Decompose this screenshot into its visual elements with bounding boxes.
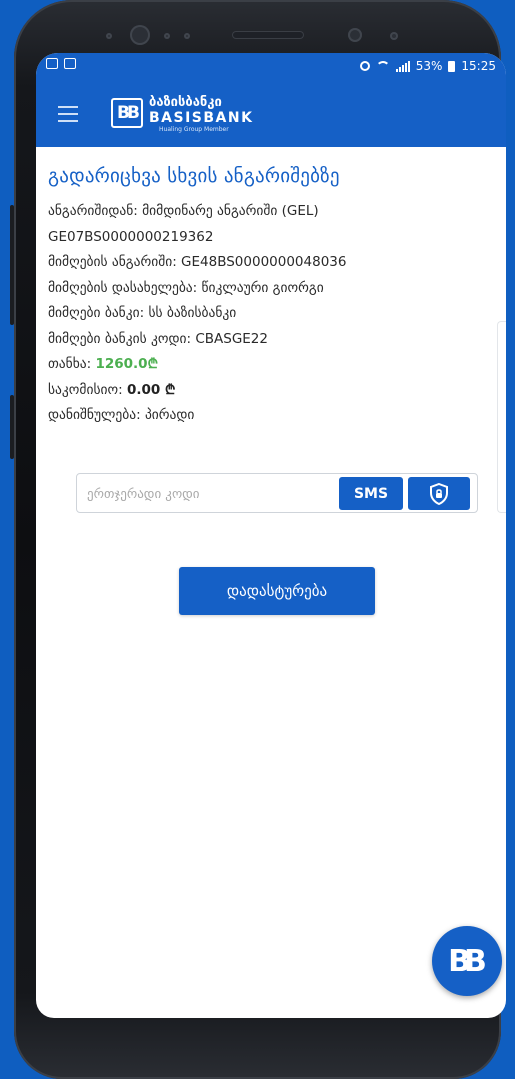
hamburger-icon[interactable] — [58, 106, 78, 122]
brand-subtitle: Hualing Group Member — [159, 126, 229, 133]
wifi-icon — [375, 61, 390, 71]
detail-row-recipient-account: მიმღების ანგარიში: GE48BS0000000048036 — [48, 250, 496, 276]
power-button — [10, 205, 14, 325]
sensor-dot — [184, 33, 190, 39]
fee-value: 0.00 ₾ — [126, 381, 176, 398]
brand-name-georgian: ბაზისბანკი — [149, 95, 222, 110]
top-bezel — [14, 0, 501, 55]
transfer-details: გადარიცხვა სხვის ანგარიშებზე ანგარიშიდან… — [36, 165, 506, 429]
message-notification-icon — [64, 58, 76, 69]
otp-field-group: SMS — [76, 473, 478, 513]
detail-row-recipient-bank: მიმღები ბანკი: სს ბაზისბანკი — [48, 301, 496, 327]
sensor-dot — [390, 32, 398, 40]
signal-icon — [395, 60, 410, 72]
detail-label: მიმღების დასახელება: — [48, 279, 198, 296]
app-screen: 53% 15:25 BB ბაზისბანკი BASISBANK Hualin… — [36, 53, 506, 1018]
status-bar: 53% 15:25 — [36, 53, 506, 81]
detail-row-bank-code: მიმღები ბანკის კოდი: CBASGE22 — [48, 327, 496, 353]
sms-button[interactable]: SMS — [339, 477, 403, 510]
detail-label: მიმღები ბანკის კოდი: — [48, 330, 192, 347]
battery-icon — [448, 60, 456, 72]
gallery-notification-icon — [46, 58, 58, 69]
detail-label: მიმღები ბანკი: — [48, 305, 145, 321]
detail-row-amount: თანხა: 1260.0₾ — [48, 352, 496, 378]
purpose-label: დანიშნულება: — [48, 407, 141, 423]
detail-value: მიმდინარე ანგარიში (GEL) — [142, 203, 319, 219]
app-header: BB ბაზისბანკი BASISBANK Hualing Group Me… — [36, 81, 506, 147]
detail-row-fee: საკომისიო: 0.00 ₾ — [48, 378, 496, 404]
bank-logo-icon: BB — [448, 943, 487, 979]
detail-value: CBASGE22 — [195, 330, 268, 347]
sensor-dot — [106, 33, 112, 39]
iris-sensor — [348, 28, 362, 42]
alarm-icon — [359, 61, 370, 71]
page-title: გადარიცხვა სხვის ანგარიშებზე — [48, 165, 340, 187]
front-camera — [130, 25, 150, 45]
detail-row-purpose: დანიშნულება: პირადი — [48, 403, 496, 429]
otp-input[interactable] — [85, 480, 339, 508]
detail-value: წიკლაური გიორგი — [201, 279, 324, 296]
brand-wordmark: ბაზისბანკი BASISBANK Hualing Group Membe… — [149, 96, 253, 134]
shield-lock-icon — [430, 482, 448, 505]
brand-name-english: BASISBANK — [149, 110, 254, 126]
detail-row-source-iban: GE07BS0000000219362 — [48, 225, 496, 251]
detail-label: ანგარიშიდან: — [48, 203, 138, 219]
clock: 15:25 — [461, 59, 496, 73]
detail-row-source-account: ანგარიშიდან: მიმდინარე ანგარიში (GEL) — [48, 199, 496, 225]
edge-panel-handle[interactable] — [497, 321, 506, 513]
chat-fab[interactable]: BB — [432, 926, 502, 996]
volume-button — [10, 395, 14, 459]
detail-label: მიმღების ანგარიში: — [48, 254, 177, 270]
detail-value: GE48BS0000000048036 — [181, 254, 347, 270]
detail-row-recipient-name: მიმღების დასახელება: წიკლაური გიორგი — [48, 276, 496, 302]
detail-value: GE07BS0000000219362 — [48, 228, 214, 245]
earpiece-speaker — [232, 31, 304, 39]
bank-logo: BB — [111, 98, 143, 128]
purpose-value: პირადი — [144, 407, 195, 423]
logo-letters: BB — [117, 103, 140, 123]
authenticator-button[interactable] — [408, 477, 470, 510]
phone-frame: 53% 15:25 BB ბაზისბანკი BASISBANK Hualin… — [10, 0, 506, 1079]
detail-value: სს ბაზისბანკი — [148, 305, 237, 321]
amount-value: 1260.0₾ — [95, 356, 158, 372]
fee-label: საკომისიო: — [48, 381, 123, 398]
battery-percent: 53% — [415, 59, 443, 73]
sensor-dot — [164, 33, 170, 39]
amount-label: თანხა: — [48, 356, 92, 372]
confirm-button[interactable]: დადასტურება — [179, 567, 375, 615]
